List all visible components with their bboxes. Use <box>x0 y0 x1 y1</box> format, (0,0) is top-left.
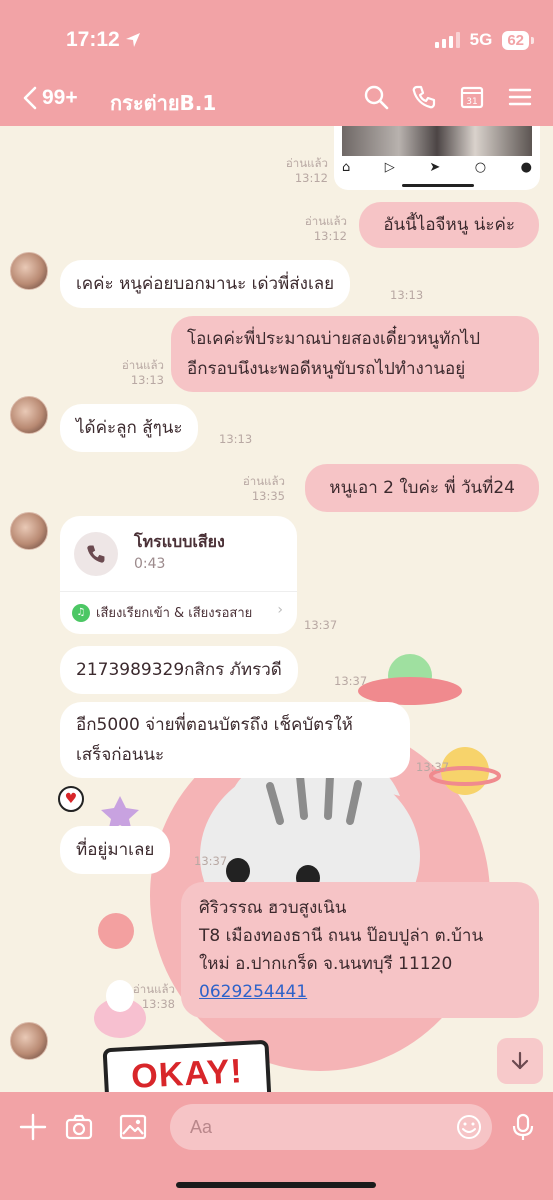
microphone-icon[interactable] <box>508 1112 538 1142</box>
message-input-container[interactable] <box>170 1104 492 1150</box>
header-actions: 31 <box>363 84 533 110</box>
image-icon[interactable] <box>118 1112 148 1142</box>
message-text-line: ใหม่ อ.ปากเกร็ด จ.นนทบุรี 11120 <box>199 954 453 974</box>
message-text: 2173989329กสิกร ภัทรวดี <box>76 660 282 680</box>
message-composer-bar <box>0 1092 553 1200</box>
okay-sticker[interactable]: OKAY! <box>102 1039 272 1092</box>
message-meta: อ่านแล้ว 13:35 <box>243 474 285 504</box>
message-text-line: อีกรอบนึงนะพอดีหนูขับรถไปทำงานอยู่ <box>187 359 466 379</box>
message-time: 13:13 <box>219 432 253 446</box>
top-bar: 17:12 5G 62 99+ กระต่ายB.1 31 <box>0 0 553 126</box>
avatar[interactable] <box>10 396 48 434</box>
message-time: 13:35 <box>251 489 285 503</box>
message-text: ที่อยู่มาเลย <box>76 840 155 860</box>
svg-text:31: 31 <box>466 97 477 107</box>
instagram-nav-icons: ⌂ ▷ ➤ ○ ● <box>342 160 532 175</box>
message-text-line: เสร็จก่อนนะ <box>76 745 165 765</box>
phone-icon[interactable] <box>411 84 437 110</box>
call-title: โทรแบบเสียง <box>134 532 225 551</box>
message-time: 13:37 <box>334 674 368 688</box>
message-meta: อ่านแล้ว 13:38 <box>133 982 175 1012</box>
chat-area[interactable]: ⌂ ▷ ➤ ○ ● อ่านแล้ว 13:12 อันนี้ไอจีหนู น… <box>0 126 553 1092</box>
ringtone-label: เสียงเรียกเข้า & เสียงรอสาย <box>96 606 253 621</box>
ringtone-link[interactable]: ♫ เสียงเรียกเข้า & เสียงรอสาย <box>72 602 252 623</box>
home-indicator <box>176 1182 376 1188</box>
phone-call-icon <box>74 532 118 576</box>
message-time: 13:13 <box>390 288 424 302</box>
camera-icon[interactable] <box>64 1112 94 1142</box>
home-indicator-thumb <box>402 184 474 187</box>
avatar[interactable] <box>10 1022 48 1060</box>
message-bubble-outgoing[interactable]: อันนี้ไอจีหนู น่ะค่ะ <box>359 202 539 248</box>
calendar-icon[interactable]: 31 <box>459 84 485 110</box>
profile-icon: ● <box>520 160 532 175</box>
send-icon: ➤ <box>429 160 441 175</box>
home-icon: ⌂ <box>342 160 351 175</box>
read-receipt: อ่านแล้ว <box>285 156 328 170</box>
search-icon[interactable] <box>363 84 389 110</box>
phone-number-link[interactable]: 0629254441 <box>199 982 307 1002</box>
divider <box>60 591 297 592</box>
search-small-icon: ○ <box>474 160 487 175</box>
emoji-icon[interactable] <box>456 1114 482 1140</box>
location-arrow-icon <box>126 33 140 47</box>
message-text-line: ศิริวรรณ ฮวบสูงเนิน <box>199 898 347 918</box>
photo-strip <box>342 126 532 156</box>
read-receipt: อ่านแล้ว <box>304 214 347 228</box>
avatar[interactable] <box>10 512 48 550</box>
sticker-reaction-icon[interactable]: ♥ <box>58 786 84 812</box>
read-receipt: อ่านแล้ว <box>121 358 164 372</box>
message-bubble-outgoing[interactable]: โอเคค่ะพี่ประมาณบ่ายสองเดี๋ยวหนูทักไป อี… <box>171 316 539 392</box>
unread-count: 99+ <box>42 86 78 109</box>
reels-icon: ▷ <box>384 160 395 175</box>
status-indicators: 5G 62 <box>434 30 534 50</box>
message-bubble-incoming[interactable]: อีก5000 จ่ายพี่ตอนบัตรถึง เช็คบัตรให้ เส… <box>60 702 410 778</box>
avatar[interactable] <box>10 252 48 290</box>
message-meta: อ่านแล้ว 13:12 <box>305 214 347 244</box>
message-time: 13:37 <box>304 618 338 632</box>
call-duration: 0:43 <box>134 556 166 572</box>
back-chevron-icon <box>23 86 37 110</box>
chevron-right-icon: › <box>277 602 283 618</box>
music-note-icon: ♫ <box>72 603 90 622</box>
message-bubble-incoming[interactable]: เคค่ะ หนูค่อยบอกมานะ เด่วพี่ส่งเลย <box>60 260 351 308</box>
message-meta: อ่านแล้ว 13:12 <box>286 156 328 186</box>
message-time: 13:12 <box>313 229 347 243</box>
status-time: 17:12 <box>66 28 120 51</box>
message-text-line: อีก5000 จ่ายพี่ตอนบัตรถึง เช็คบัตรให้ <box>76 715 353 735</box>
message-text: หนูเอา 2 ใบค่ะ พี่ วันที่24 <box>329 478 515 498</box>
message-text: เคค่ะ หนูค่อยบอกมานะ เด่วพี่ส่งเลย <box>76 274 335 294</box>
image-message[interactable]: ⌂ ▷ ➤ ○ ● <box>334 126 540 190</box>
menu-icon[interactable] <box>507 84 533 110</box>
message-text-line: โอเคค่ะพี่ประมาณบ่ายสองเดี๋ยวหนูทักไป <box>187 329 481 349</box>
message-bubble-incoming[interactable]: 2173989329กสิกร ภัทรวดี <box>60 646 298 694</box>
message-time: 13:37 <box>416 760 450 774</box>
message-bubble-outgoing[interactable]: ศิริวรรณ ฮวบสูงเนิน T8 เมืองทองธานี ถนน … <box>181 882 539 1018</box>
signal-icon <box>434 32 460 48</box>
plus-icon[interactable] <box>18 1112 48 1142</box>
message-bubble-incoming[interactable]: ที่อยู่มาเลย <box>60 826 171 874</box>
chat-title: กระต่ายB.1 <box>110 91 217 115</box>
read-receipt: อ่านแล้ว <box>132 982 175 996</box>
message-bubble-incoming[interactable]: ได้ค่ะลูก สู้ๆนะ <box>60 404 199 452</box>
voice-call-card[interactable]: โทรแบบเสียง 0:43 ♫ เสียงเรียกเข้า & เสีย… <box>60 516 297 634</box>
message-meta: อ่านแล้ว 13:13 <box>122 358 164 388</box>
back-button[interactable]: 99+ <box>22 86 78 110</box>
message-input[interactable] <box>190 1116 440 1138</box>
message-time: 13:38 <box>141 997 175 1011</box>
scroll-to-bottom-button[interactable] <box>497 1038 543 1084</box>
battery-indicator: 62 <box>502 30 534 50</box>
message-text: ได้ค่ะลูก สู้ๆนะ <box>76 418 183 438</box>
message-text-line: T8 เมืองทองธานี ถนน ป๊อบปูล่า ต.บ้าน <box>199 926 484 946</box>
arrow-down-icon <box>511 1051 529 1070</box>
read-receipt: อ่านแล้ว <box>242 474 285 488</box>
message-time: 13:13 <box>130 373 164 387</box>
message-time: 13:37 <box>194 854 228 868</box>
message-bubble-outgoing[interactable]: หนูเอา 2 ใบค่ะ พี่ วันที่24 <box>305 464 539 512</box>
message-text: อันนี้ไอจีหนู น่ะค่ะ <box>383 215 515 235</box>
network-label: 5G <box>469 30 493 49</box>
message-time: 13:12 <box>294 171 328 185</box>
